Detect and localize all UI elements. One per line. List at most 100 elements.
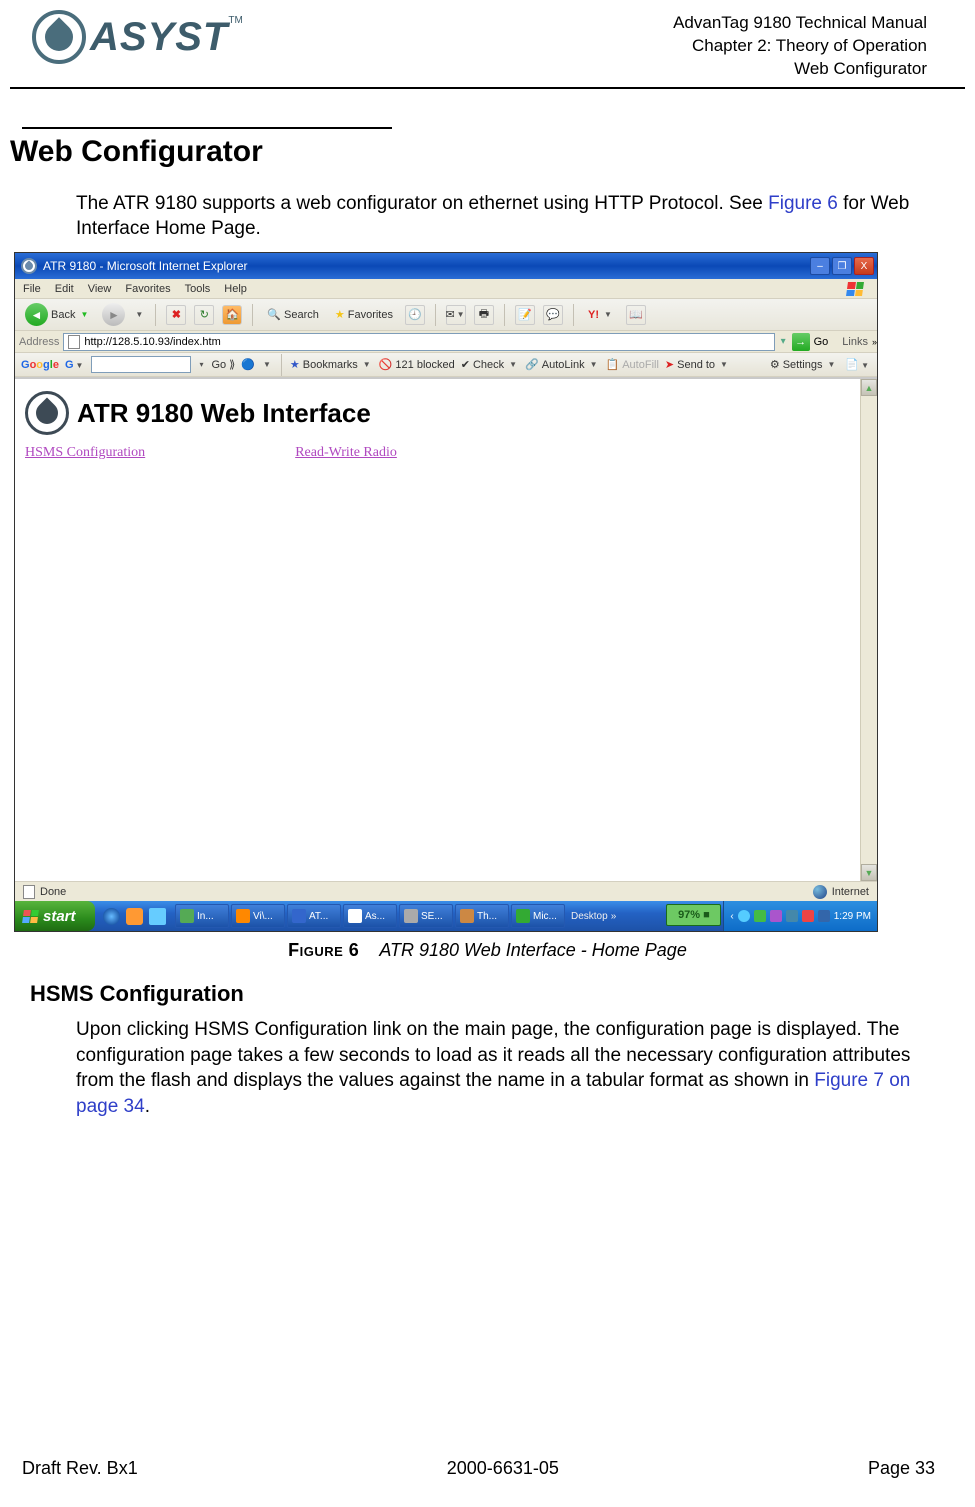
cpu-meter[interactable]: 97%■ [666, 904, 721, 926]
settings-button[interactable]: ⚙Settings▼ [770, 358, 838, 371]
go-label: Go [814, 336, 829, 348]
forward-dropdown[interactable]: ▼ [133, 310, 145, 319]
tray-icon[interactable] [738, 910, 750, 922]
read-write-radio-link[interactable]: Read-Write Radio [295, 445, 397, 461]
g-icon-1[interactable]: 🔵 [241, 358, 255, 371]
links-expand-icon[interactable]: » [872, 337, 873, 347]
scroll-down-icon[interactable]: ▼ [861, 864, 877, 881]
google-search-input[interactable] [91, 356, 191, 373]
outlook-icon[interactable] [126, 908, 143, 925]
home-icon: 🏠 [225, 308, 239, 321]
menu-help[interactable]: Help [224, 283, 247, 295]
hsms-text-2: . [145, 1096, 150, 1117]
book-icon: 📖 [629, 308, 643, 321]
desktop-label[interactable]: Desktop » [567, 904, 621, 928]
search-icon: 🔍 [267, 308, 281, 321]
go-button-2[interactable]: Go ⟫ [211, 358, 235, 371]
favorites-button[interactable]: ★Favorites [331, 306, 397, 323]
links-label: Links [838, 336, 868, 348]
asyst-logo: ASYSTTM [32, 10, 243, 64]
blocked-counter[interactable]: 🚫121 blocked [379, 358, 455, 371]
back-button[interactable]: ◄ Back ▼ [21, 301, 94, 328]
start-button[interactable]: start [15, 901, 95, 931]
print-button[interactable]: 🖶 [474, 305, 494, 325]
browser-content: ATR 9180 Web Interface HSMS Configuratio… [15, 377, 877, 881]
page-title: Web Configurator [10, 135, 975, 169]
hsms-config-link[interactable]: HSMS Configuration [25, 445, 145, 461]
link-icon: 🔗 [525, 358, 539, 371]
yahoo-button[interactable]: Y!▼ [584, 307, 618, 323]
hsms-paragraph: Upon clicking HSMS Configuration link on… [76, 1017, 935, 1120]
minimize-button[interactable]: – [810, 257, 830, 275]
task-item[interactable]: Vi\... [231, 904, 285, 928]
status-text: Done [40, 886, 66, 898]
menu-file[interactable]: File [23, 283, 41, 295]
address-input[interactable]: http://128.5.10.93/index.htm [63, 333, 774, 351]
task-item[interactable]: In... [175, 904, 229, 928]
edit-button[interactable]: 📝 [515, 305, 535, 325]
bookmarks-button[interactable]: ★Bookmarks▼ [290, 358, 373, 371]
autofill-button[interactable]: 📋AutoFill [606, 358, 659, 371]
chat-icon: 💬 [546, 308, 560, 321]
stop-button[interactable]: ✖ [166, 305, 186, 325]
google-toolbar: Google G▼ ▾ Go ⟫ 🔵 ▼ ★Bookmarks▼ 🚫121 bl… [15, 353, 877, 377]
globe-icon [813, 885, 827, 899]
discuss-button[interactable]: 💬 [543, 305, 563, 325]
scrollbar[interactable]: ▲ ▼ [860, 379, 877, 881]
task-item[interactable]: AT... [287, 904, 341, 928]
tray-icon[interactable] [802, 910, 814, 922]
task-item[interactable]: Th... [455, 904, 509, 928]
page-banner: ATR 9180 Web Interface [23, 385, 869, 441]
app-icon [21, 258, 37, 274]
pdf-icon[interactable]: 📄▼ [845, 358, 871, 371]
autolink-button[interactable]: 🔗AutoLink▼ [525, 358, 599, 371]
excel-icon [516, 909, 530, 923]
go-button[interactable]: → [792, 333, 810, 351]
tray-icon[interactable] [754, 910, 766, 922]
task-item[interactable]: As... [343, 904, 397, 928]
scroll-up-icon[interactable]: ▲ [861, 379, 877, 396]
send-to-button[interactable]: ➤Send to▼ [665, 358, 730, 371]
window-title-bar: ATR 9180 - Microsoft Internet Explorer –… [15, 253, 877, 279]
tray-icon[interactable] [770, 910, 782, 922]
check-button[interactable]: ✔Check▼ [461, 358, 519, 371]
gear-icon: ⚙ [770, 358, 780, 371]
task-item[interactable]: Mic... [511, 904, 565, 928]
forward-button[interactable]: ► [102, 303, 125, 326]
quick-launch [95, 901, 174, 931]
address-bar: Address http://128.5.10.93/index.htm ▾ →… [15, 331, 877, 353]
search-button[interactable]: 🔍Search [263, 306, 323, 323]
history-button[interactable]: 🕘 [405, 305, 425, 325]
folder-icon [236, 909, 250, 923]
mail-button[interactable]: ✉▼ [446, 305, 466, 325]
logo-tm: TM [228, 15, 242, 26]
maximize-button[interactable]: ❐ [832, 257, 852, 275]
menu-bar: File Edit View Favorites Tools Help [15, 279, 877, 299]
tray-icon[interactable] [818, 910, 830, 922]
menu-favorites[interactable]: Favorites [125, 283, 170, 295]
tray-expand-icon[interactable]: ‹ [730, 911, 733, 922]
desktop-icon[interactable] [149, 908, 166, 925]
close-button[interactable]: X [854, 257, 874, 275]
figure-6-link[interactable]: Figure 6 [768, 193, 838, 214]
refresh-button[interactable]: ↻ [194, 305, 214, 325]
windows-logo-icon [841, 279, 869, 299]
section-rule [22, 127, 392, 129]
intro-paragraph: The ATR 9180 supports a web configurator… [76, 191, 935, 242]
url-text: http://128.5.10.93/index.htm [84, 336, 220, 348]
menu-view[interactable]: View [88, 283, 112, 295]
mail-icon: ✉ [445, 308, 454, 321]
g-search-dropdown[interactable]: ▾ [197, 360, 205, 369]
system-tray: ‹ 1:29 PM [723, 901, 877, 931]
ie-icon[interactable] [103, 908, 120, 925]
research-button[interactable]: 📖 [626, 305, 646, 325]
menu-tools[interactable]: Tools [185, 283, 211, 295]
menu-edit[interactable]: Edit [55, 283, 74, 295]
g-dropdown[interactable]: G▼ [65, 359, 85, 371]
address-dropdown[interactable]: ▾ [779, 336, 788, 347]
tray-icon[interactable] [786, 910, 798, 922]
task-item[interactable]: SE... [399, 904, 453, 928]
autofill-icon: 📋 [606, 358, 620, 371]
header-breadcrumb: AdvanTag 9180 Technical Manual Chapter 2… [673, 10, 927, 81]
home-button[interactable]: 🏠 [222, 305, 242, 325]
